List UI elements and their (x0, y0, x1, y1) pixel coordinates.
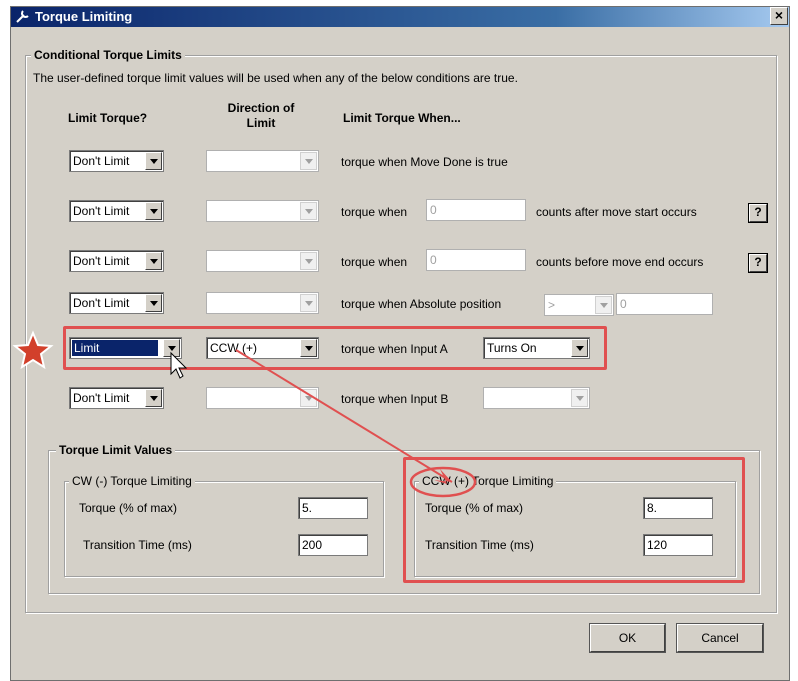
wrench-icon (16, 10, 29, 23)
limit-select-value: Don't Limit (73, 154, 130, 168)
chevron-down-icon[interactable] (300, 152, 317, 170)
limit-select-before-end[interactable]: Don't Limit (69, 250, 164, 272)
chevron-down-icon[interactable] (145, 152, 162, 170)
chevron-down-icon[interactable] (571, 389, 588, 407)
condition-text-input-b: torque when Input B (341, 392, 449, 406)
conditional-group-title: Conditional Torque Limits (31, 48, 185, 62)
input-b-state-select[interactable] (483, 387, 590, 409)
position-operator-select[interactable]: > (544, 294, 614, 316)
chevron-down-icon[interactable] (145, 252, 162, 270)
cancel-button[interactable]: Cancel (676, 623, 764, 653)
cw-torque-input[interactable]: 5. (298, 497, 368, 519)
condition-text-absolute-position: torque when Absolute position (341, 297, 502, 311)
header-limit-when: Limit Torque When... (343, 111, 461, 125)
direction-select-move-done[interactable] (206, 150, 319, 172)
counts-after-start-input[interactable]: 0 (426, 199, 526, 221)
highlight-box-ccw-group (403, 457, 745, 583)
conditions-description: The user-defined torque limit values wil… (33, 71, 518, 85)
chevron-down-icon[interactable] (300, 252, 317, 270)
chevron-down-icon[interactable] (300, 389, 317, 407)
direction-select-before-end[interactable] (206, 250, 319, 272)
condition-text-before-end: torque when (341, 255, 408, 269)
cw-time-input[interactable]: 200 (298, 534, 368, 556)
title-bar: Torque Limiting × (11, 7, 789, 27)
help-button-after-start[interactable]: ? (748, 203, 768, 223)
chevron-down-icon[interactable] (145, 202, 162, 220)
limit-select-after-start[interactable]: Don't Limit (69, 200, 164, 222)
header-direction-line1: Direction of (227, 101, 295, 115)
chevron-down-icon[interactable] (300, 294, 317, 312)
close-button[interactable]: × (770, 7, 788, 25)
help-button-before-end[interactable]: ? (748, 253, 768, 273)
counts-before-end-input[interactable]: 0 (426, 249, 526, 271)
absolute-position-input[interactable]: 0 (616, 293, 713, 315)
chevron-down-icon[interactable] (300, 202, 317, 220)
cw-torque-label: Torque (% of max) (79, 501, 178, 515)
direction-select-after-start[interactable] (206, 200, 319, 222)
header-limit-torque: Limit Torque? (68, 111, 148, 125)
limit-select-value: Don't Limit (73, 254, 130, 268)
counts-before-end-label: counts before move end occurs (536, 255, 704, 269)
cw-group-title: CW (-) Torque Limiting (69, 474, 195, 488)
header-direction-line2: Limit (246, 116, 276, 130)
limit-select-absolute-position[interactable]: Don't Limit (69, 292, 164, 314)
limit-select-move-done[interactable]: Don't Limit (69, 150, 164, 172)
limit-select-input-b[interactable]: Don't Limit (69, 387, 164, 409)
position-operator-value: > (548, 298, 556, 312)
cw-time-label: Transition Time (ms) (83, 538, 192, 552)
direction-select-input-b[interactable] (206, 387, 319, 409)
ok-button[interactable]: OK (589, 623, 666, 653)
torque-limit-values-title: Torque Limit Values (56, 443, 176, 457)
cw-torque-limiting-group (64, 481, 384, 577)
chevron-down-icon[interactable] (145, 389, 162, 407)
chevron-down-icon[interactable] (595, 296, 612, 314)
chevron-down-icon[interactable] (145, 294, 162, 312)
direction-select-absolute-position[interactable] (206, 292, 319, 314)
window-title: Torque Limiting (35, 9, 133, 24)
limit-select-value: Don't Limit (73, 391, 130, 405)
limit-select-value: Don't Limit (73, 204, 130, 218)
limit-select-value: Don't Limit (73, 296, 130, 310)
condition-text-after-start: torque when (341, 205, 408, 219)
condition-text-move-done: torque when Move Done is true (341, 155, 508, 169)
counts-after-start-label: counts after move start occurs (536, 205, 697, 219)
highlight-box-input-a-row (63, 326, 607, 370)
